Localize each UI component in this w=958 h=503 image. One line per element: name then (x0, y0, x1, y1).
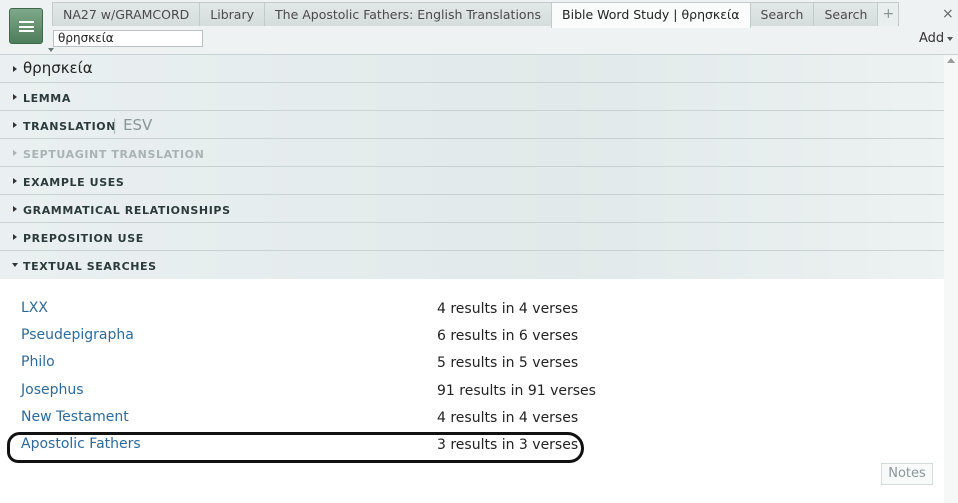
separator: | (112, 116, 118, 134)
section-label: GRAMMATICAL RELATIONSHIPS (23, 204, 231, 217)
search-input[interactable]: θρησκεία (53, 30, 203, 47)
result-row: Josephus 91 results in 91 verses (0, 380, 944, 402)
result-link-new-testament[interactable]: New Testament (21, 409, 129, 425)
hamburger-icon (19, 21, 34, 32)
section-septuagint-translation: SEPTUAGINT TRANSLATION (0, 139, 944, 167)
close-icon[interactable]: × (942, 6, 954, 22)
section-lemma[interactable]: LEMMA (0, 83, 944, 111)
headword-label: θρησκεία (23, 59, 93, 77)
section-textual-searches[interactable]: TEXTUAL SEARCHES (0, 251, 944, 279)
tab-bible-word-study[interactable]: Bible Word Study | θρησκεία (551, 2, 751, 28)
add-button[interactable]: Add (919, 31, 954, 46)
translation-version[interactable]: | ESV (112, 116, 152, 134)
main-menu-button[interactable] (9, 8, 54, 52)
tab-search-1[interactable]: Search (749, 2, 815, 26)
expand-arrow-icon (13, 150, 17, 156)
section-label: TRANSLATION (23, 120, 117, 133)
result-row: Philo 5 results in 5 verses (0, 352, 944, 374)
vertical-scrollbar[interactable] (944, 55, 958, 503)
tab-library[interactable]: Library (199, 2, 266, 26)
section-preposition-use[interactable]: PREPOSITION USE (0, 223, 944, 251)
result-count: 4 results in 4 verses (437, 410, 579, 426)
result-row: Pseudepigrapha 6 results in 6 verses (0, 325, 944, 347)
result-count: 5 results in 5 verses (437, 355, 579, 371)
expand-arrow-icon (13, 178, 17, 184)
result-link-pseudepigrapha[interactable]: Pseudepigrapha (21, 327, 134, 343)
tab-na27[interactable]: NA27 w/GRAMCORD (52, 2, 201, 26)
tab-search-2[interactable]: Search (813, 2, 879, 26)
expand-arrow-icon (13, 122, 17, 128)
section-example-uses[interactable]: EXAMPLE USES (0, 167, 944, 195)
translation-version-label: ESV (123, 116, 153, 134)
expand-arrow-icon (13, 206, 17, 212)
add-button-label: Add (919, 31, 945, 46)
notes-button[interactable]: Notes (881, 463, 933, 485)
chevron-down-icon (48, 48, 54, 52)
tab-apostolic-fathers[interactable]: The Apostolic Fathers: English Translati… (264, 2, 553, 26)
expand-arrow-icon (13, 94, 17, 100)
section-grammatical-relationships[interactable]: GRAMMATICAL RELATIONSHIPS (0, 195, 944, 223)
section-label: EXAMPLE USES (23, 176, 125, 189)
title-bar: NA27 w/GRAMCORD Library The Apostolic Fa… (0, 0, 958, 55)
result-count: 91 results in 91 verses (437, 383, 596, 399)
scroll-up-arrow-icon[interactable] (947, 58, 955, 63)
section-translation[interactable]: TRANSLATION | ESV (0, 111, 944, 139)
result-row: New Testament 4 results in 4 verses (0, 407, 944, 429)
collapse-arrow-icon (12, 263, 18, 267)
section-headword[interactable]: θρησκεία (0, 55, 944, 83)
section-label: TEXTUAL SEARCHES (23, 260, 157, 273)
result-link-josephus[interactable]: Josephus (21, 382, 84, 398)
result-row: LXX 4 results in 4 verses (0, 298, 944, 320)
dropdown-arrow-icon (947, 36, 954, 41)
expand-arrow-icon (13, 234, 17, 240)
result-link-lxx[interactable]: LXX (21, 300, 48, 316)
tab-strip: NA27 w/GRAMCORD Library The Apostolic Fa… (52, 2, 900, 28)
hand-drawn-highlight-circle (7, 432, 584, 463)
expand-arrow-icon (13, 66, 17, 72)
section-list: θρησκεία LEMMA TRANSLATION | ESV SEPTUAGI… (0, 55, 944, 279)
result-count: 6 results in 6 verses (437, 328, 579, 344)
result-link-philo[interactable]: Philo (21, 354, 55, 370)
section-label: LEMMA (23, 92, 71, 105)
section-label: SEPTUAGINT TRANSLATION (23, 148, 205, 161)
section-label: PREPOSITION USE (23, 232, 144, 245)
new-tab-button[interactable]: + (877, 2, 900, 26)
result-count: 4 results in 4 verses (437, 301, 579, 317)
